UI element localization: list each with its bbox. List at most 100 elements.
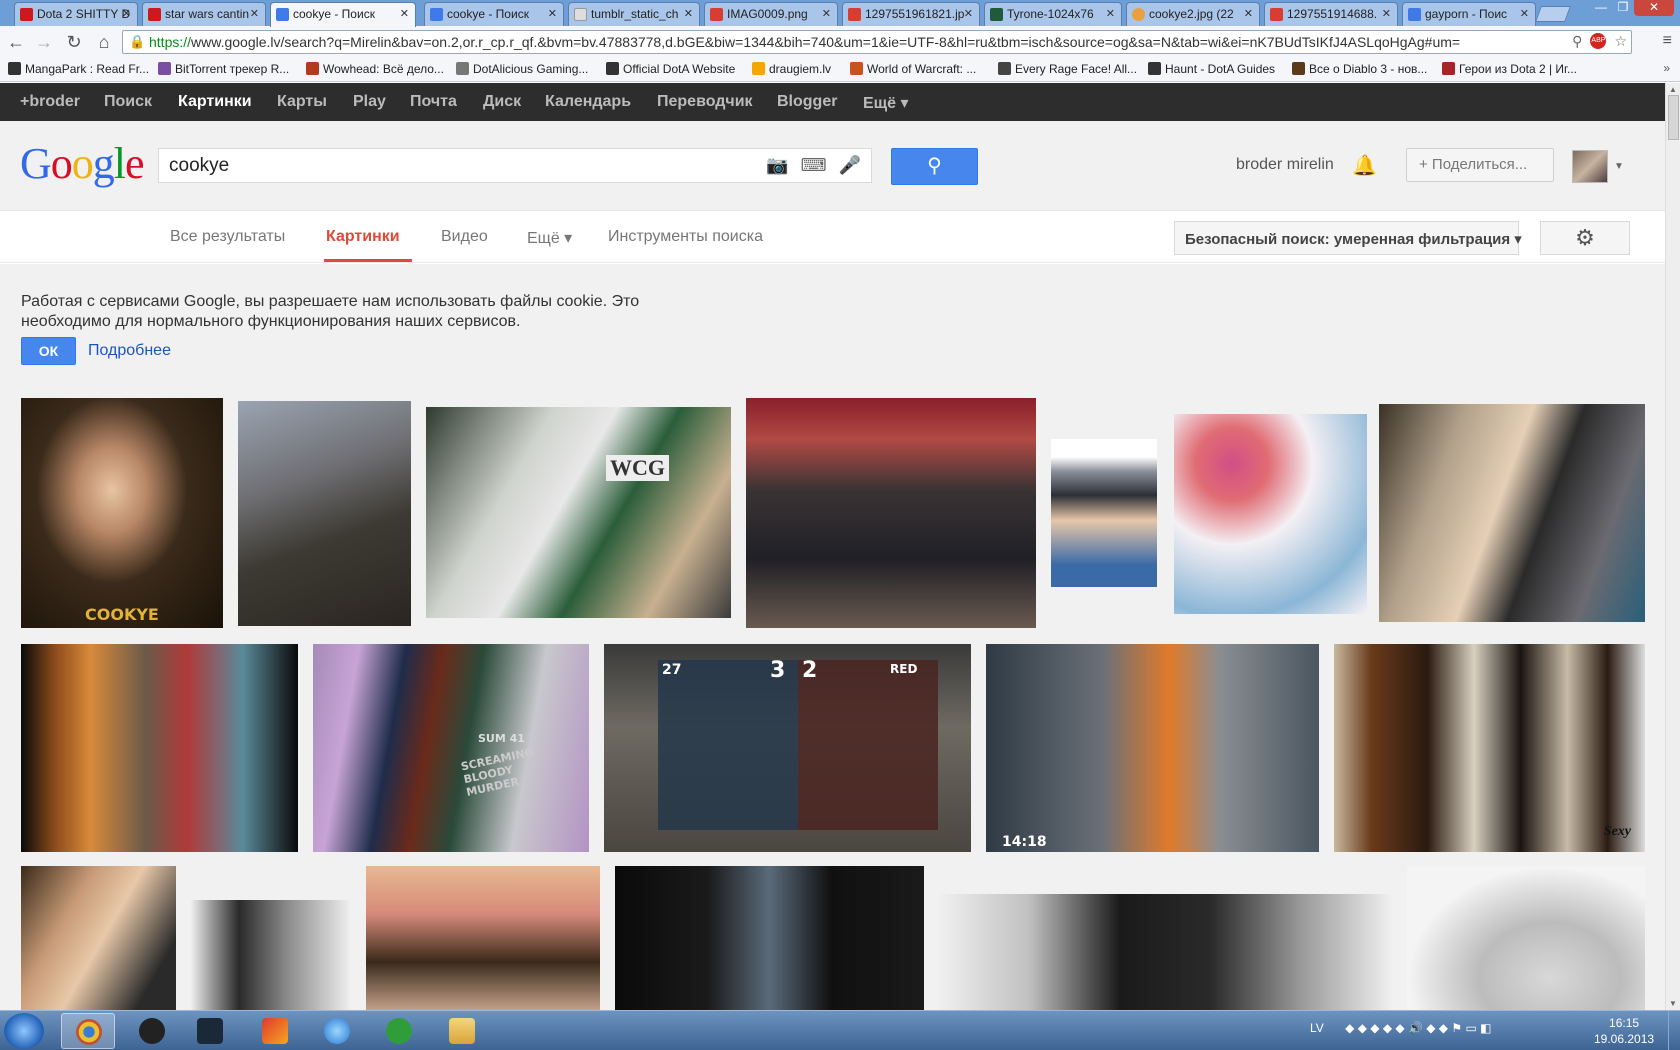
taskbar-app[interactable] [248,1013,302,1049]
browser-tab[interactable]: tumblr_static_ch ✕ [568,2,700,26]
taskbar-steam[interactable] [183,1013,237,1049]
close-tab-icon[interactable]: ✕ [1520,7,1529,20]
adblock-icon[interactable]: ABP [1590,33,1607,49]
bookmark-item[interactable]: World of Warcraft: ... [850,62,976,76]
close-window-icon[interactable]: ✕ [1634,0,1674,16]
bookmark-item[interactable]: Wowhead: Всё дело... [306,62,444,76]
taskbar-app[interactable] [125,1013,179,1049]
close-tab-icon[interactable]: ✕ [250,7,259,20]
google-logo[interactable]: Google [20,138,145,189]
image-result[interactable] [238,401,411,626]
gbar-maps-link[interactable]: Карты [277,93,327,111]
image-result[interactable] [746,398,1036,628]
page-scrollbar[interactable]: ▲ ▼ [1665,83,1680,1010]
gbar-drive-link[interactable]: Диск [483,93,521,111]
tab-search-tools[interactable]: Инструменты поиска [608,228,763,246]
close-tab-icon[interactable]: ✕ [684,7,693,20]
image-result[interactable] [21,866,176,1010]
gbar-play-link[interactable]: Play [353,93,386,111]
show-desktop-button[interactable] [1668,1011,1680,1050]
gbar-plus-link[interactable]: +broder [20,93,80,111]
bookmark-item[interactable]: Every Rage Face! All... [998,62,1137,76]
search-input[interactable]: cookye 📷 ⌨ 🎤 [158,148,872,183]
image-result[interactable] [1379,404,1645,622]
scrollbar-thumb[interactable] [1668,95,1679,140]
scroll-up-icon[interactable]: ▲ [1669,85,1677,94]
close-tab-icon[interactable]: ✕ [1106,7,1115,20]
safesearch-dropdown[interactable]: Безопасный поиск: умеренная фильтрация ▾ [1174,221,1522,255]
close-tab-icon[interactable]: ✕ [964,7,973,20]
share-button[interactable]: + Поделиться... [1406,148,1554,182]
start-button[interactable] [4,1013,44,1049]
bookmark-item[interactable]: BitTorrent трекер R... [158,62,289,76]
gbar-translate-link[interactable]: Переводчик [657,93,753,111]
taskbar-chrome[interactable] [61,1013,115,1049]
image-result[interactable]: 27 3 2 RED [604,644,971,852]
image-result[interactable]: SUM 41 SCREAMING BLOODY MURDER [313,644,589,852]
clock[interactable]: 16:15 19.06.2013 [1594,1015,1654,1047]
taskbar-itunes[interactable] [310,1013,364,1049]
image-result[interactable] [1407,866,1645,1010]
image-result[interactable] [21,644,298,852]
bookmark-item[interactable]: Все о Diablo 3 - нов... [1292,62,1427,76]
browser-tab-active[interactable]: cookye - Поиск ✕ [270,2,416,27]
taskbar-utorrent[interactable] [372,1013,426,1049]
home-icon[interactable]: ⌂ [92,31,116,53]
tab-images[interactable]: Картинки [326,228,400,246]
gbar-more-link[interactable]: Ещё ▾ [863,93,909,113]
bookmark-item[interactable]: Герои из Dota 2 | Иг... [1442,62,1577,76]
image-result[interactable]: WCG [426,407,731,618]
browser-tab[interactable]: cookye - Поиск ✕ [424,2,564,26]
browser-tab[interactable]: 1297551914688. ✕ [1264,2,1398,26]
language-indicator[interactable]: LV [1310,1021,1324,1035]
image-result[interactable] [366,866,600,1010]
bookmark-item[interactable]: DotAlicious Gaming... [456,62,588,76]
microphone-icon[interactable]: 🎤 [839,155,861,176]
tab-all[interactable]: Все результаты [170,228,285,246]
user-name[interactable]: broder mirelin [1236,156,1334,174]
image-result[interactable] [939,894,1392,1010]
taskbar-explorer[interactable] [435,1013,489,1049]
star-bookmark-icon[interactable]: ☆ [1614,33,1627,50]
tab-video[interactable]: Видео [441,228,488,246]
gbar-calendar-link[interactable]: Календарь [545,93,631,111]
bookmark-item[interactable]: Official DotA Website [606,62,735,76]
bookmark-item[interactable]: MangaPark : Read Fr... [8,62,149,76]
browser-tab[interactable]: 1297551961821.jp ✕ [842,2,980,26]
gbar-blogger-link[interactable]: Blogger [777,93,837,111]
new-tab-button[interactable] [1535,6,1571,22]
caret-down-icon[interactable]: ▼ [1614,161,1624,172]
image-result[interactable] [1051,439,1157,587]
tab-more[interactable]: Ещё ▾ [527,228,572,248]
cookie-more-link[interactable]: Подробнее [88,342,171,360]
close-tab-icon[interactable]: ✕ [822,7,831,20]
notification-bell-icon[interactable]: 🔔 [1352,153,1377,178]
browser-tab[interactable]: star wars cantin ✕ [142,2,266,26]
reload-icon[interactable]: ↻ [62,31,86,53]
close-tab-icon[interactable]: ✕ [1244,7,1253,20]
cookie-ok-button[interactable]: ОК [21,337,76,365]
image-result[interactable]: COOKYE [21,398,223,628]
tray-icons[interactable]: ◆ ◆ ◆ ◆ ◆ 🔊 ◆ ◆ ⚑ ▭ ◧ [1345,1021,1491,1035]
browser-tab[interactable]: IMAG0009.png ✕ [704,2,838,26]
image-result[interactable]: 14:18 [986,644,1319,852]
bookmark-item[interactable]: Haunt - DotA Guides [1148,62,1275,76]
camera-icon[interactable]: 📷 [766,155,788,176]
close-tab-icon[interactable]: ✕ [548,7,557,20]
browser-tab[interactable]: Dota 2 SHITTY D ✕ [14,2,138,26]
maximize-icon[interactable]: ❐ [1612,0,1634,16]
image-result[interactable]: Sexy [1334,644,1645,852]
gbar-images-link[interactable]: Картинки [178,93,252,111]
image-result[interactable] [191,900,351,1010]
close-tab-icon[interactable]: ✕ [400,7,409,20]
scroll-down-icon[interactable]: ▼ [1669,999,1677,1008]
image-result[interactable] [1174,414,1367,614]
bookmark-item[interactable]: draugiem.lv [752,62,831,76]
close-tab-icon[interactable]: ✕ [122,7,131,20]
avatar[interactable] [1572,150,1608,183]
gear-icon[interactable]: ⚙ [1540,221,1630,255]
address-bar[interactable]: 🔒 https://www.google.lv/search?q=Mirelin… [122,30,1632,54]
forward-arrow-icon[interactable]: → [32,31,56,53]
image-result[interactable] [615,866,924,1010]
search-button[interactable]: ⚲ [891,148,978,185]
